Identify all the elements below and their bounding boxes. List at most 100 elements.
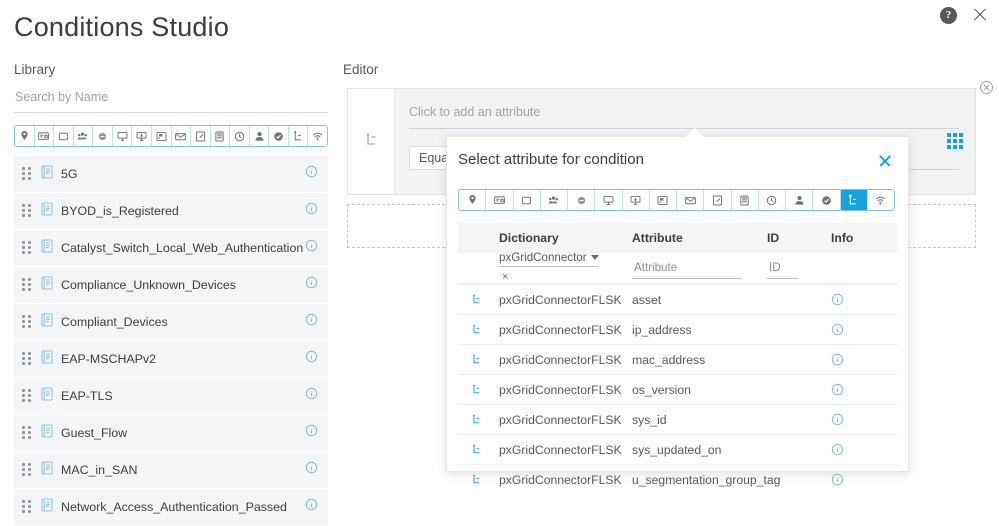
drag-handle-icon[interactable] <box>22 389 32 403</box>
drag-handle-icon[interactable] <box>22 167 32 181</box>
info-circle-icon[interactable] <box>305 313 318 331</box>
close-icon[interactable] <box>971 6 989 24</box>
table-row[interactable]: pxGridConnectorFLSK asset <box>458 284 897 314</box>
attribute-filter-input[interactable] <box>632 259 742 275</box>
info-circle-icon[interactable] <box>825 323 873 336</box>
table-row[interactable]: pxGridConnectorFLSK sys_updated_on <box>458 434 897 464</box>
attribute-selector[interactable]: Click to add an attribute <box>409 103 959 129</box>
monitor-download-icon[interactable] <box>622 190 650 210</box>
monitor-download-icon[interactable] <box>132 126 152 146</box>
drag-handle-icon[interactable] <box>22 315 32 329</box>
info-circle-icon[interactable] <box>825 443 873 456</box>
envelope-icon[interactable] <box>677 190 705 210</box>
network-device-icon[interactable] <box>486 190 514 210</box>
help-circle-icon[interactable]: ? <box>940 6 957 24</box>
id-filter-input[interactable] <box>767 259 799 275</box>
clock-icon[interactable] <box>230 126 250 146</box>
table-header: Dictionary Attribute ID Info <box>458 223 897 253</box>
list-item[interactable]: MAC_in_SAN <box>14 452 328 488</box>
check-circle-icon[interactable] <box>269 126 289 146</box>
info-circle-icon[interactable] <box>825 413 873 426</box>
table-row[interactable]: pxGridConnectorFLSK sys_id <box>458 404 897 434</box>
list-item[interactable]: EAP-TLS <box>14 378 328 414</box>
certificate-icon[interactable] <box>704 190 732 210</box>
list-item-label: 5G <box>61 167 78 181</box>
policy-flag-icon[interactable] <box>649 190 677 210</box>
search-input[interactable] <box>14 88 328 106</box>
drag-handle-icon[interactable] <box>22 241 32 255</box>
server-rack-icon[interactable] <box>731 190 759 210</box>
pxgrid-connector-icon <box>366 132 377 151</box>
pxgrid-connector-icon[interactable] <box>840 190 868 210</box>
info-circle-icon[interactable] <box>825 473 873 486</box>
info-circle-icon[interactable] <box>305 276 318 294</box>
clock-icon[interactable] <box>758 190 786 210</box>
certificate-icon[interactable] <box>191 126 211 146</box>
drag-handle-icon[interactable] <box>22 500 32 514</box>
user-profile-icon[interactable] <box>786 190 814 210</box>
attribute-table-body[interactable]: pxGridConnectorFLSK asset pxGridConnectorF… <box>458 284 897 494</box>
table-row[interactable]: pxGridConnectorFLSK u_segmentation_group_… <box>458 464 897 494</box>
cell-dictionary: pxGridConnectorFLSK <box>499 292 622 307</box>
list-item[interactable]: Catalyst_Switch_Local_Web_Authentication <box>14 230 328 266</box>
group-users-icon[interactable] <box>540 190 568 210</box>
drag-handle-icon[interactable] <box>22 352 32 366</box>
user-profile-icon[interactable] <box>249 126 270 146</box>
pxgrid-connector-icon <box>458 323 496 336</box>
circle-filled-icon[interactable] <box>568 190 596 210</box>
info-circle-icon[interactable] <box>825 293 873 306</box>
table-row[interactable]: pxGridConnectorFLSK os_version <box>458 374 897 404</box>
info-circle-icon[interactable] <box>305 424 318 442</box>
envelope-icon[interactable] <box>171 126 192 146</box>
remove-circle-icon[interactable] <box>980 81 993 94</box>
square-outline-icon[interactable] <box>513 190 541 210</box>
table-row[interactable]: pxGridConnectorFLSK ip_address <box>458 314 897 344</box>
drag-handle-icon[interactable] <box>22 463 32 477</box>
dictionary-clear-button[interactable]: × <box>502 271 508 283</box>
policy-flag-icon[interactable] <box>151 126 172 146</box>
list-item[interactable]: 5G <box>14 156 328 192</box>
dictionary-filter: pxGridConnectorF... × <box>496 251 632 285</box>
circle-filled-icon[interactable] <box>93 126 113 146</box>
table-row[interactable]: pxGridConnectorFLSK mac_address <box>458 344 897 374</box>
close-icon[interactable] <box>878 154 892 168</box>
info-circle-icon[interactable] <box>305 387 318 405</box>
list-item[interactable]: Compliance_Unknown_Devices <box>14 267 328 303</box>
grid-dots-icon[interactable] <box>947 133 963 149</box>
location-pin-icon[interactable] <box>15 126 35 146</box>
info-circle-icon[interactable] <box>305 350 318 368</box>
wifi-icon[interactable] <box>308 126 327 146</box>
info-circle-icon[interactable] <box>305 461 318 479</box>
list-item[interactable]: EAP-MSCHAPv2 <box>14 341 328 377</box>
info-circle-icon[interactable] <box>825 383 873 396</box>
wifi-icon[interactable] <box>867 190 894 210</box>
info-circle-icon[interactable] <box>305 202 318 220</box>
pxgrid-connector-icon[interactable] <box>288 126 309 146</box>
desktop-icon[interactable] <box>595 190 623 210</box>
info-circle-icon[interactable] <box>305 239 318 257</box>
info-circle-icon[interactable] <box>305 498 318 516</box>
drag-handle-icon[interactable] <box>22 278 32 292</box>
group-users-icon[interactable] <box>73 126 94 146</box>
server-rack-icon[interactable] <box>210 126 231 146</box>
desktop-icon[interactable] <box>112 126 133 146</box>
dictionary-select[interactable]: pxGridConnectorF... <box>499 251 599 267</box>
dictionary-select-value: pxGridConnectorF... <box>499 251 587 264</box>
list-item[interactable]: Compliant_Devices <box>14 304 328 340</box>
info-circle-icon[interactable] <box>305 165 318 183</box>
location-pin-icon[interactable] <box>459 190 487 210</box>
cell-attribute: sys_id <box>632 412 667 427</box>
square-outline-icon[interactable] <box>54 126 74 146</box>
check-circle-icon[interactable] <box>813 190 841 210</box>
network-device-icon[interactable] <box>34 126 55 146</box>
list-item[interactable]: BYOD_is_Registered <box>14 193 328 229</box>
info-circle-icon[interactable] <box>825 353 873 366</box>
drag-handle-icon[interactable] <box>22 426 32 440</box>
list-item[interactable]: Network_Access_Authentication_Passed <box>14 489 328 525</box>
drag-handle-icon[interactable] <box>22 204 32 218</box>
popover-filter-icon-strip <box>458 189 895 211</box>
pxgrid-connector-icon <box>458 293 496 306</box>
cell-dictionary: pxGridConnectorFLSK <box>499 382 622 397</box>
list-item[interactable]: Guest_Flow <box>14 415 328 451</box>
select-attribute-popover: Select attribute for condition Dictionar… <box>446 128 909 487</box>
